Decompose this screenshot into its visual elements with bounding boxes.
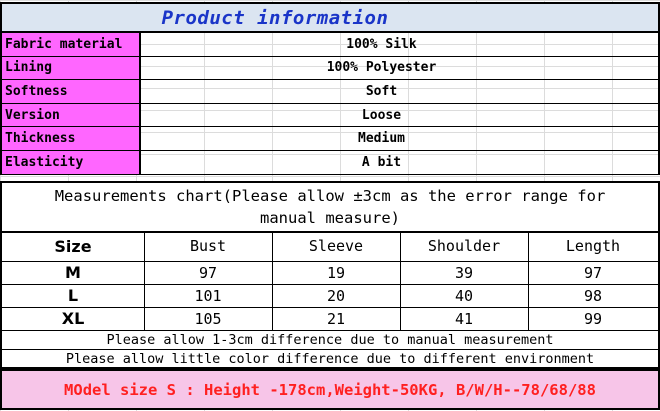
bust-cell: 101: [144, 284, 273, 308]
size-cell: L: [2, 284, 145, 308]
model-size-bar: MOdel size S : Height -178cm,Weight-50KG…: [0, 369, 660, 410]
manual-measurement-note: Please allow 1-3cm difference due to man…: [2, 330, 658, 350]
info-row-lining: Lining 100% Polyester: [0, 56, 660, 81]
info-row-softness: Softness Soft: [0, 80, 660, 104]
measurements-heading: Measurements chart(Please allow ±3cm as …: [2, 183, 658, 233]
info-label: Thickness: [0, 127, 141, 150]
shoulder-cell: 39: [400, 261, 529, 285]
length-cell: 98: [528, 284, 658, 308]
size-cell: M: [2, 261, 145, 285]
measurements-heading-line2: manual measure): [260, 209, 400, 227]
color-difference-note: Please allow little color difference due…: [65, 350, 595, 367]
shoulder-cell: 40: [400, 284, 529, 308]
column-header-length: Length: [528, 231, 658, 262]
info-value: Loose: [141, 103, 660, 127]
product-info-title-bar: Product information: [0, 2, 660, 33]
column-header-size: Size: [2, 231, 145, 262]
measurements-chart: Measurements chart(Please allow ±3cm as …: [0, 181, 660, 369]
info-value: 100% Silk: [141, 33, 660, 56]
info-row-version: Version Loose: [0, 103, 660, 128]
measurements-heading-line1: Measurements chart(Please allow ±3cm as …: [54, 187, 606, 205]
model-size-text: MOdel size S : Height -178cm,Weight-50KG…: [64, 380, 596, 399]
length-cell: 97: [528, 261, 658, 285]
info-label: Version: [0, 103, 141, 127]
size-cell: XL: [2, 307, 145, 331]
info-label: Elasticity: [0, 150, 141, 174]
info-value: A bit: [141, 150, 660, 174]
column-header-bust: Bust: [144, 231, 273, 262]
bust-cell: 105: [144, 307, 273, 331]
info-row-thickness: Thickness Medium: [0, 127, 660, 151]
product-info-title: Product information: [161, 6, 389, 29]
info-label: Softness: [0, 80, 141, 103]
sleeve-cell: 21: [272, 307, 401, 331]
info-value: Medium: [141, 127, 660, 150]
info-label: Lining: [0, 56, 141, 80]
sleeve-cell: 19: [272, 261, 401, 285]
info-row-fabric: Fabric material 100% Silk: [0, 33, 660, 57]
length-cell: 99: [528, 307, 658, 331]
info-value: 100% Polyester: [141, 56, 660, 80]
info-row-elasticity: Elasticity A bit: [0, 150, 660, 174]
info-label: Fabric material: [0, 33, 141, 56]
sleeve-cell: 20: [272, 284, 401, 308]
column-header-sleeve: Sleeve: [272, 231, 401, 262]
bust-cell: 97: [144, 261, 273, 285]
shoulder-cell: 41: [400, 307, 529, 331]
info-value: Soft: [141, 80, 660, 103]
column-header-shoulder: Shoulder: [400, 231, 529, 262]
product-info-table: Fabric material 100% Silk Lining 100% Po…: [0, 33, 660, 175]
